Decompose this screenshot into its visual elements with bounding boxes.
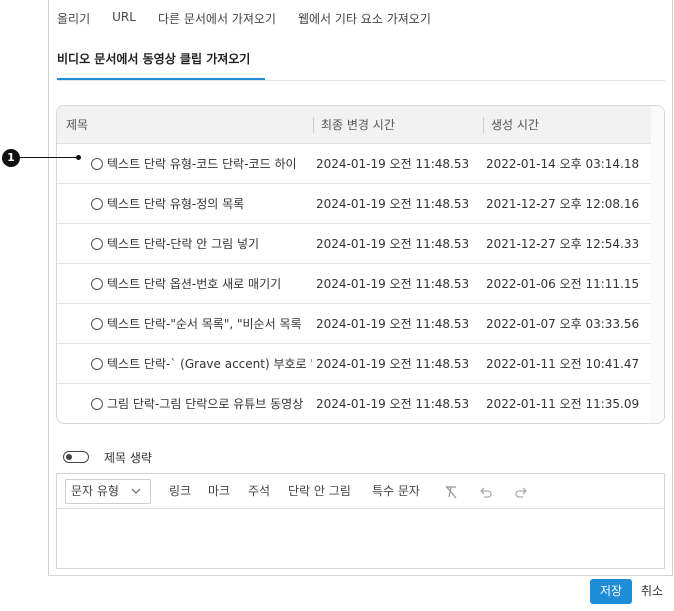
mark-button[interactable]: 마크 [208,474,230,509]
tab-video-clip[interactable]: 비디오 문서에서 동영상 클립 가져오기 [57,50,250,67]
undo-icon[interactable] [478,484,494,500]
text-style-select[interactable]: 문자 유형 [65,479,151,504]
row-created: 2022-01-14 오후 03:14.18 [486,157,640,171]
callout-line [20,157,78,158]
grid-scrollbar[interactable] [651,106,664,423]
callout-badge: 1 [2,149,20,167]
table-row[interactable]: 그림 단락-그림 단락으로 유튜브 동영상 2024-01-19 오전 11:4… [57,384,652,423]
redo-icon[interactable] [513,484,529,500]
row-modified: 2024-01-19 오전 11:48.53 [316,397,470,411]
link-button[interactable]: 링크 [169,474,191,509]
row-modified: 2024-01-19 오전 11:48.53 [316,357,470,371]
row-modified: 2024-01-19 오전 11:48.53 [316,277,470,291]
table-row[interactable]: 텍스트 단락 유형-정의 목록 2024-01-19 오전 11:48.53 2… [57,184,652,224]
row-created: 2022-01-06 오전 11:11.15 [486,277,640,291]
tab-web-elements[interactable]: 웹에서 기타 요소 가져오기 [298,10,431,27]
row-title: 텍스트 단락 유형-정의 목록 [107,197,245,211]
row-modified: 2024-01-19 오전 11:48.53 [316,197,470,211]
save-button[interactable]: 저장 [590,579,632,604]
row-title: 그림 단락-그림 단락으로 유튜브 동영상 [107,397,304,411]
row-title: 텍스트 단락-"순서 목록", "비순서 목록 [107,317,302,331]
toggle-knob [66,454,72,460]
row-created: 2022-01-11 오전 11:35.09 [486,397,640,411]
row-radio[interactable] [91,198,103,210]
special-char-button[interactable]: 특수 문자 [372,474,420,509]
editor-toolbar: 문자 유형 링크 마크 주석 단락 안 그림 특수 문자 [57,474,664,509]
tab-divider [57,80,665,81]
text-style-value: 문자 유형 [71,484,119,498]
inline-image-button[interactable]: 단락 안 그림 [288,474,351,509]
comment-button[interactable]: 주석 [248,474,270,509]
source-tabs: 올리기 URL 다른 문서에서 가져오기 웹에서 기타 요소 가져오기 [57,10,453,27]
row-radio[interactable] [91,278,103,290]
column-resizer[interactable] [483,117,484,133]
row-radio[interactable] [91,358,103,370]
row-modified: 2024-01-19 오전 11:48.53 [316,317,470,331]
caption-editor: 문자 유형 링크 마크 주석 단락 안 그림 특수 문자 [56,473,665,569]
row-radio[interactable] [91,318,103,330]
row-modified: 2024-01-19 오전 11:48.53 [316,237,470,251]
table-row[interactable]: 텍스트 단락-"순서 목록", "비순서 목록 2024-01-19 오전 11… [57,304,652,344]
cancel-button[interactable]: 취소 [641,579,663,604]
tab-url[interactable]: URL [112,10,136,27]
row-created: 2021-12-27 오후 12:54.33 [486,237,640,251]
tab-upload[interactable]: 올리기 [57,10,90,27]
row-modified: 2024-01-19 오전 11:48.53 [316,157,470,171]
column-header-created[interactable]: 생성 시간 [491,106,539,144]
grid-header: 제목 최종 변경 시간 생성 시간 [57,106,652,144]
row-title: 텍스트 단락-` (Grave accent) 부호로 ' [107,357,312,371]
tab-other-document[interactable]: 다른 문서에서 가져오기 [158,10,276,27]
row-created: 2022-01-11 오전 10:41.47 [486,357,640,371]
row-title: 텍스트 단락-단락 안 그림 넣기 [107,237,260,251]
dialog-footer [48,575,673,609]
row-title: 텍스트 단락 옵션-번호 새로 매기기 [107,277,282,291]
column-header-modified[interactable]: 최종 변경 시간 [321,106,395,144]
row-radio[interactable] [91,398,103,410]
omit-title-toggle[interactable] [63,451,89,463]
table-row[interactable]: 텍스트 단락-단락 안 그림 넣기 2024-01-19 오전 11:48.53… [57,224,652,264]
omit-title-label: 제목 생략 [104,451,152,465]
table-row[interactable]: 텍스트 단락-` (Grave accent) 부호로 ' 2024-01-19… [57,344,652,384]
clear-format-icon[interactable] [443,484,459,500]
chevron-down-icon [130,480,142,512]
row-radio[interactable] [91,158,103,170]
row-radio[interactable] [91,238,103,250]
callout-dot [76,155,81,160]
column-resizer[interactable] [313,117,314,133]
row-created: 2021-12-27 오후 12:08.16 [486,197,640,211]
document-grid: 제목 최종 변경 시간 생성 시간 텍스트 단락 유형-코드 단락-코드 하이 … [56,105,665,424]
table-row[interactable]: 텍스트 단락 옵션-번호 새로 매기기 2024-01-19 오전 11:48.… [57,264,652,304]
table-row[interactable]: 텍스트 단락 유형-코드 단락-코드 하이 2024-01-19 오전 11:4… [57,144,652,184]
row-title: 텍스트 단락 유형-코드 단락-코드 하이 [107,157,297,171]
row-created: 2022-01-07 오후 03:33.56 [486,317,640,331]
column-header-title[interactable]: 제목 [66,106,88,144]
